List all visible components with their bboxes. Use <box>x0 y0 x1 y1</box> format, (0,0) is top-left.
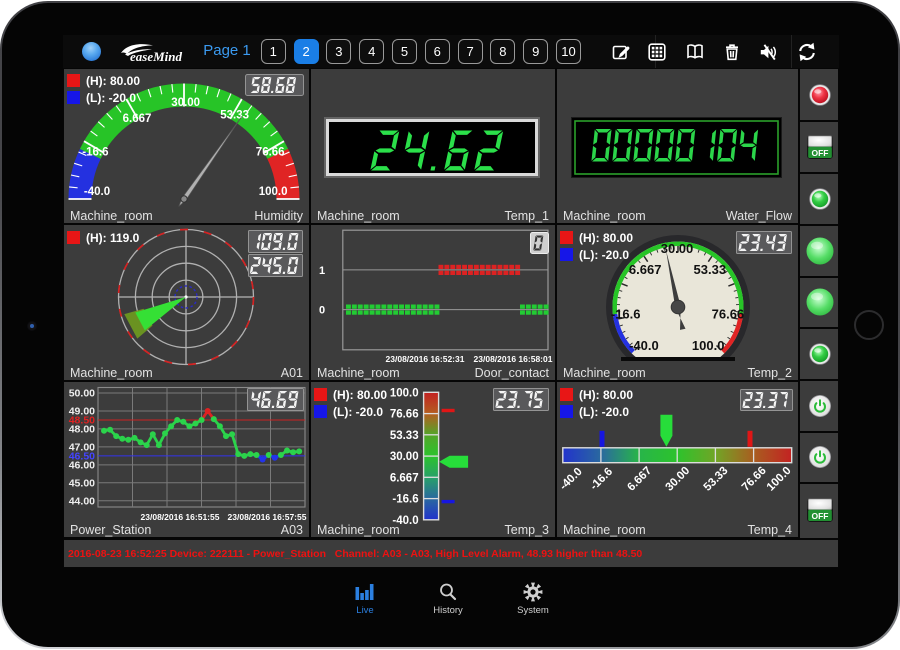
svg-text:53.33: 53.33 <box>702 465 731 494</box>
svg-text:100.0: 100.0 <box>259 186 288 198</box>
svg-text:30.00: 30.00 <box>661 241 694 256</box>
svg-text:23/08/2016 16:57:55: 23/08/2016 16:57:55 <box>228 512 307 522</box>
svg-text:-16.6: -16.6 <box>392 494 418 506</box>
svg-text:0: 0 <box>319 305 325 317</box>
svg-text:-40.0: -40.0 <box>558 466 585 493</box>
svg-text:-40.0: -40.0 <box>84 186 110 198</box>
svg-text:76.66: 76.66 <box>712 306 745 321</box>
svg-text:76.66: 76.66 <box>740 465 769 494</box>
svg-text:50.00: 50.00 <box>69 388 95 400</box>
svg-text:6.667: 6.667 <box>629 262 662 277</box>
svg-text:-16.6: -16.6 <box>588 466 615 493</box>
svg-text:6.667: 6.667 <box>123 113 152 125</box>
svg-text:1: 1 <box>319 265 325 277</box>
svg-text:76.66: 76.66 <box>390 409 419 421</box>
svg-text:23/08/2016 16:58:01: 23/08/2016 16:58:01 <box>474 354 553 364</box>
svg-text:30.00: 30.00 <box>171 97 200 109</box>
svg-text:45.00: 45.00 <box>69 477 95 489</box>
svg-text:easeMind: easeMind <box>130 49 183 64</box>
svg-text:23/08/2016 16:51:55: 23/08/2016 16:51:55 <box>141 512 220 522</box>
svg-text:48.00: 48.00 <box>69 423 95 435</box>
svg-text:23/08/2016 16:52:31: 23/08/2016 16:52:31 <box>386 354 465 364</box>
svg-text:-16.6: -16.6 <box>611 306 641 321</box>
svg-text:-40.0: -40.0 <box>629 338 659 353</box>
svg-text:53.33: 53.33 <box>694 262 727 277</box>
svg-text:100.0: 100.0 <box>692 338 725 353</box>
svg-text:53.33: 53.33 <box>220 109 249 121</box>
svg-text:-16.6: -16.6 <box>82 147 108 159</box>
svg-text:OFF: OFF <box>812 147 829 157</box>
svg-text:100.0: 100.0 <box>765 465 794 494</box>
svg-text:30.00: 30.00 <box>390 451 419 463</box>
svg-text:6.667: 6.667 <box>390 472 419 484</box>
svg-text:44.00: 44.00 <box>69 495 95 507</box>
svg-text:76.66: 76.66 <box>256 147 285 159</box>
svg-text:46.00: 46.00 <box>69 459 95 471</box>
svg-text:100.0: 100.0 <box>390 387 419 399</box>
svg-text:30.00: 30.00 <box>663 465 692 494</box>
svg-text:6.667: 6.667 <box>625 465 654 494</box>
svg-text:53.33: 53.33 <box>390 430 419 442</box>
svg-text:OFF: OFF <box>812 511 829 521</box>
